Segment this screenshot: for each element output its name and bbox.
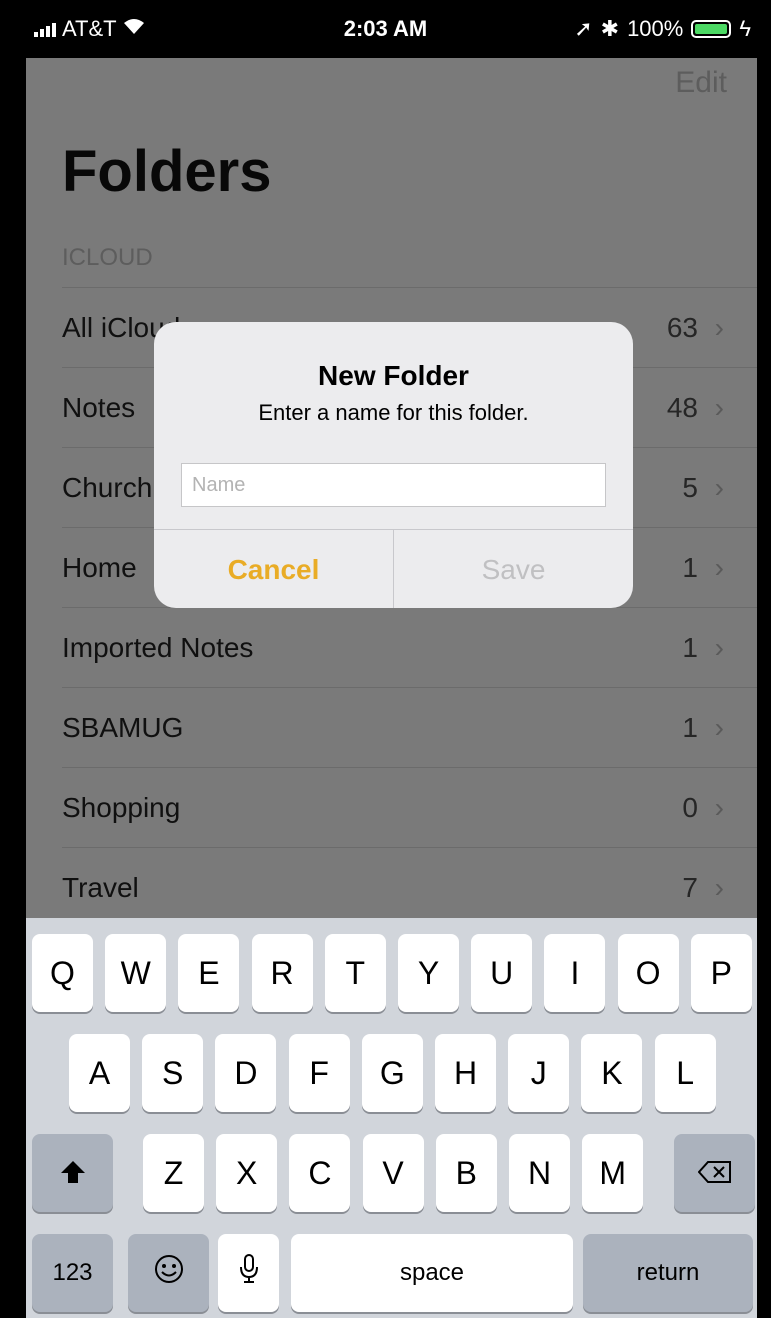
save-button[interactable]: Save	[394, 530, 633, 608]
emoji-key[interactable]	[128, 1234, 209, 1312]
key-t[interactable]: T	[324, 934, 386, 1012]
folder-count: 1	[682, 551, 698, 583]
notes-screen: AT&T 2:03 AM ➚ ✱ 100% ϟ Edit Folders ICL…	[0, 0, 771, 1318]
alert-buttons: Cancel Save	[154, 529, 633, 608]
key-n[interactable]: N	[509, 1134, 570, 1212]
folder-count: 5	[682, 471, 698, 503]
key-j[interactable]: J	[508, 1034, 570, 1112]
key-f[interactable]: F	[288, 1034, 350, 1112]
key-e[interactable]: E	[178, 934, 240, 1012]
key-z[interactable]: Z	[143, 1134, 204, 1212]
key-l[interactable]: L	[654, 1034, 716, 1112]
edit-button[interactable]: Edit	[675, 66, 727, 100]
alert-title: New Folder	[318, 360, 469, 391]
key-h[interactable]: H	[435, 1034, 496, 1112]
bluetooth-icon: ✱	[600, 16, 620, 41]
key-q[interactable]: Q	[32, 934, 93, 1012]
shift-key[interactable]	[32, 1134, 113, 1212]
chevron-right-icon: ›	[714, 711, 724, 743]
return-key[interactable]: return	[583, 1234, 753, 1312]
folder-row[interactable]: SBAMUG 1 ›	[62, 688, 758, 768]
space-key[interactable]: space	[291, 1234, 573, 1312]
dictation-key[interactable]	[218, 1234, 279, 1312]
key-p[interactable]: P	[690, 934, 752, 1012]
charging-icon: ϟ	[739, 16, 751, 41]
chevron-right-icon: ›	[714, 471, 724, 503]
key-k[interactable]: K	[581, 1034, 643, 1112]
chevron-right-icon: ›	[714, 551, 724, 583]
key-y[interactable]: Y	[398, 934, 459, 1012]
delete-key[interactable]	[674, 1134, 755, 1212]
folder-name: SBAMUG	[62, 711, 184, 743]
status-bar: AT&T 2:03 AM ➚ ✱ 100% ϟ	[0, 0, 771, 58]
right-bezel	[757, 0, 771, 1318]
key-x[interactable]: X	[216, 1134, 278, 1212]
new-folder-alert: New Folder Enter a name for this folder.…	[154, 322, 633, 608]
key-g[interactable]: G	[361, 1034, 423, 1112]
microphone-icon	[239, 1254, 259, 1292]
folder-row[interactable]: Travel 7 ›	[62, 848, 758, 928]
emoji-icon	[154, 1254, 184, 1292]
folder-count: 0	[682, 791, 698, 823]
key-u[interactable]: U	[471, 934, 533, 1012]
folder-name: Travel	[62, 871, 139, 903]
folder-count: 1	[682, 631, 698, 663]
folder-row[interactable]: Shopping 0 ›	[62, 768, 758, 848]
folder-name-input[interactable]	[181, 463, 606, 507]
chevron-right-icon: ›	[714, 391, 724, 423]
key-w[interactable]: W	[105, 934, 167, 1012]
section-header: ICLOUD	[62, 244, 153, 271]
key-a[interactable]: A	[69, 1034, 130, 1112]
folder-count: 48	[666, 391, 698, 423]
alert-message: Enter a name for this folder.	[258, 400, 529, 425]
key-r[interactable]: R	[251, 934, 313, 1012]
keyboard: Q W E R T Y U I O P A S D F G H J K L Z X C V B N M 123 space return	[26, 918, 757, 1318]
key-b[interactable]: B	[435, 1134, 497, 1212]
folder-name: Notes	[62, 391, 136, 423]
folder-row[interactable]: Imported Notes 1 ›	[62, 608, 758, 688]
folder-name: Home	[62, 551, 137, 583]
key-i[interactable]: I	[544, 934, 606, 1012]
status-right: ➚ ✱ 100% ϟ	[574, 16, 751, 42]
battery-percent: 100%	[627, 16, 684, 41]
location-icon: ➚	[574, 16, 593, 41]
folder-name: Imported Notes	[62, 631, 254, 663]
key-d[interactable]: D	[215, 1034, 277, 1112]
folder-count: 1	[682, 711, 698, 743]
folder-count: 63	[666, 311, 698, 343]
left-bezel	[0, 0, 26, 1318]
folder-name: Shopping	[62, 791, 181, 823]
chevron-right-icon: ›	[714, 311, 724, 343]
key-s[interactable]: S	[142, 1034, 204, 1112]
folder-name: Church	[62, 471, 153, 503]
key-o[interactable]: O	[617, 934, 679, 1012]
key-c[interactable]: C	[289, 1134, 351, 1212]
key-m[interactable]: M	[582, 1134, 644, 1212]
shift-icon	[60, 1155, 86, 1192]
chevron-right-icon: ›	[714, 791, 724, 823]
battery-icon	[691, 20, 732, 38]
key-v[interactable]: V	[362, 1134, 424, 1212]
page-title: Folders	[62, 139, 272, 204]
chevron-right-icon: ›	[714, 871, 724, 903]
folder-count: 7	[682, 871, 698, 903]
numbers-key[interactable]: 123	[32, 1234, 113, 1312]
delete-icon	[697, 1155, 732, 1192]
chevron-right-icon: ›	[714, 631, 724, 663]
cancel-button[interactable]: Cancel	[154, 530, 394, 608]
